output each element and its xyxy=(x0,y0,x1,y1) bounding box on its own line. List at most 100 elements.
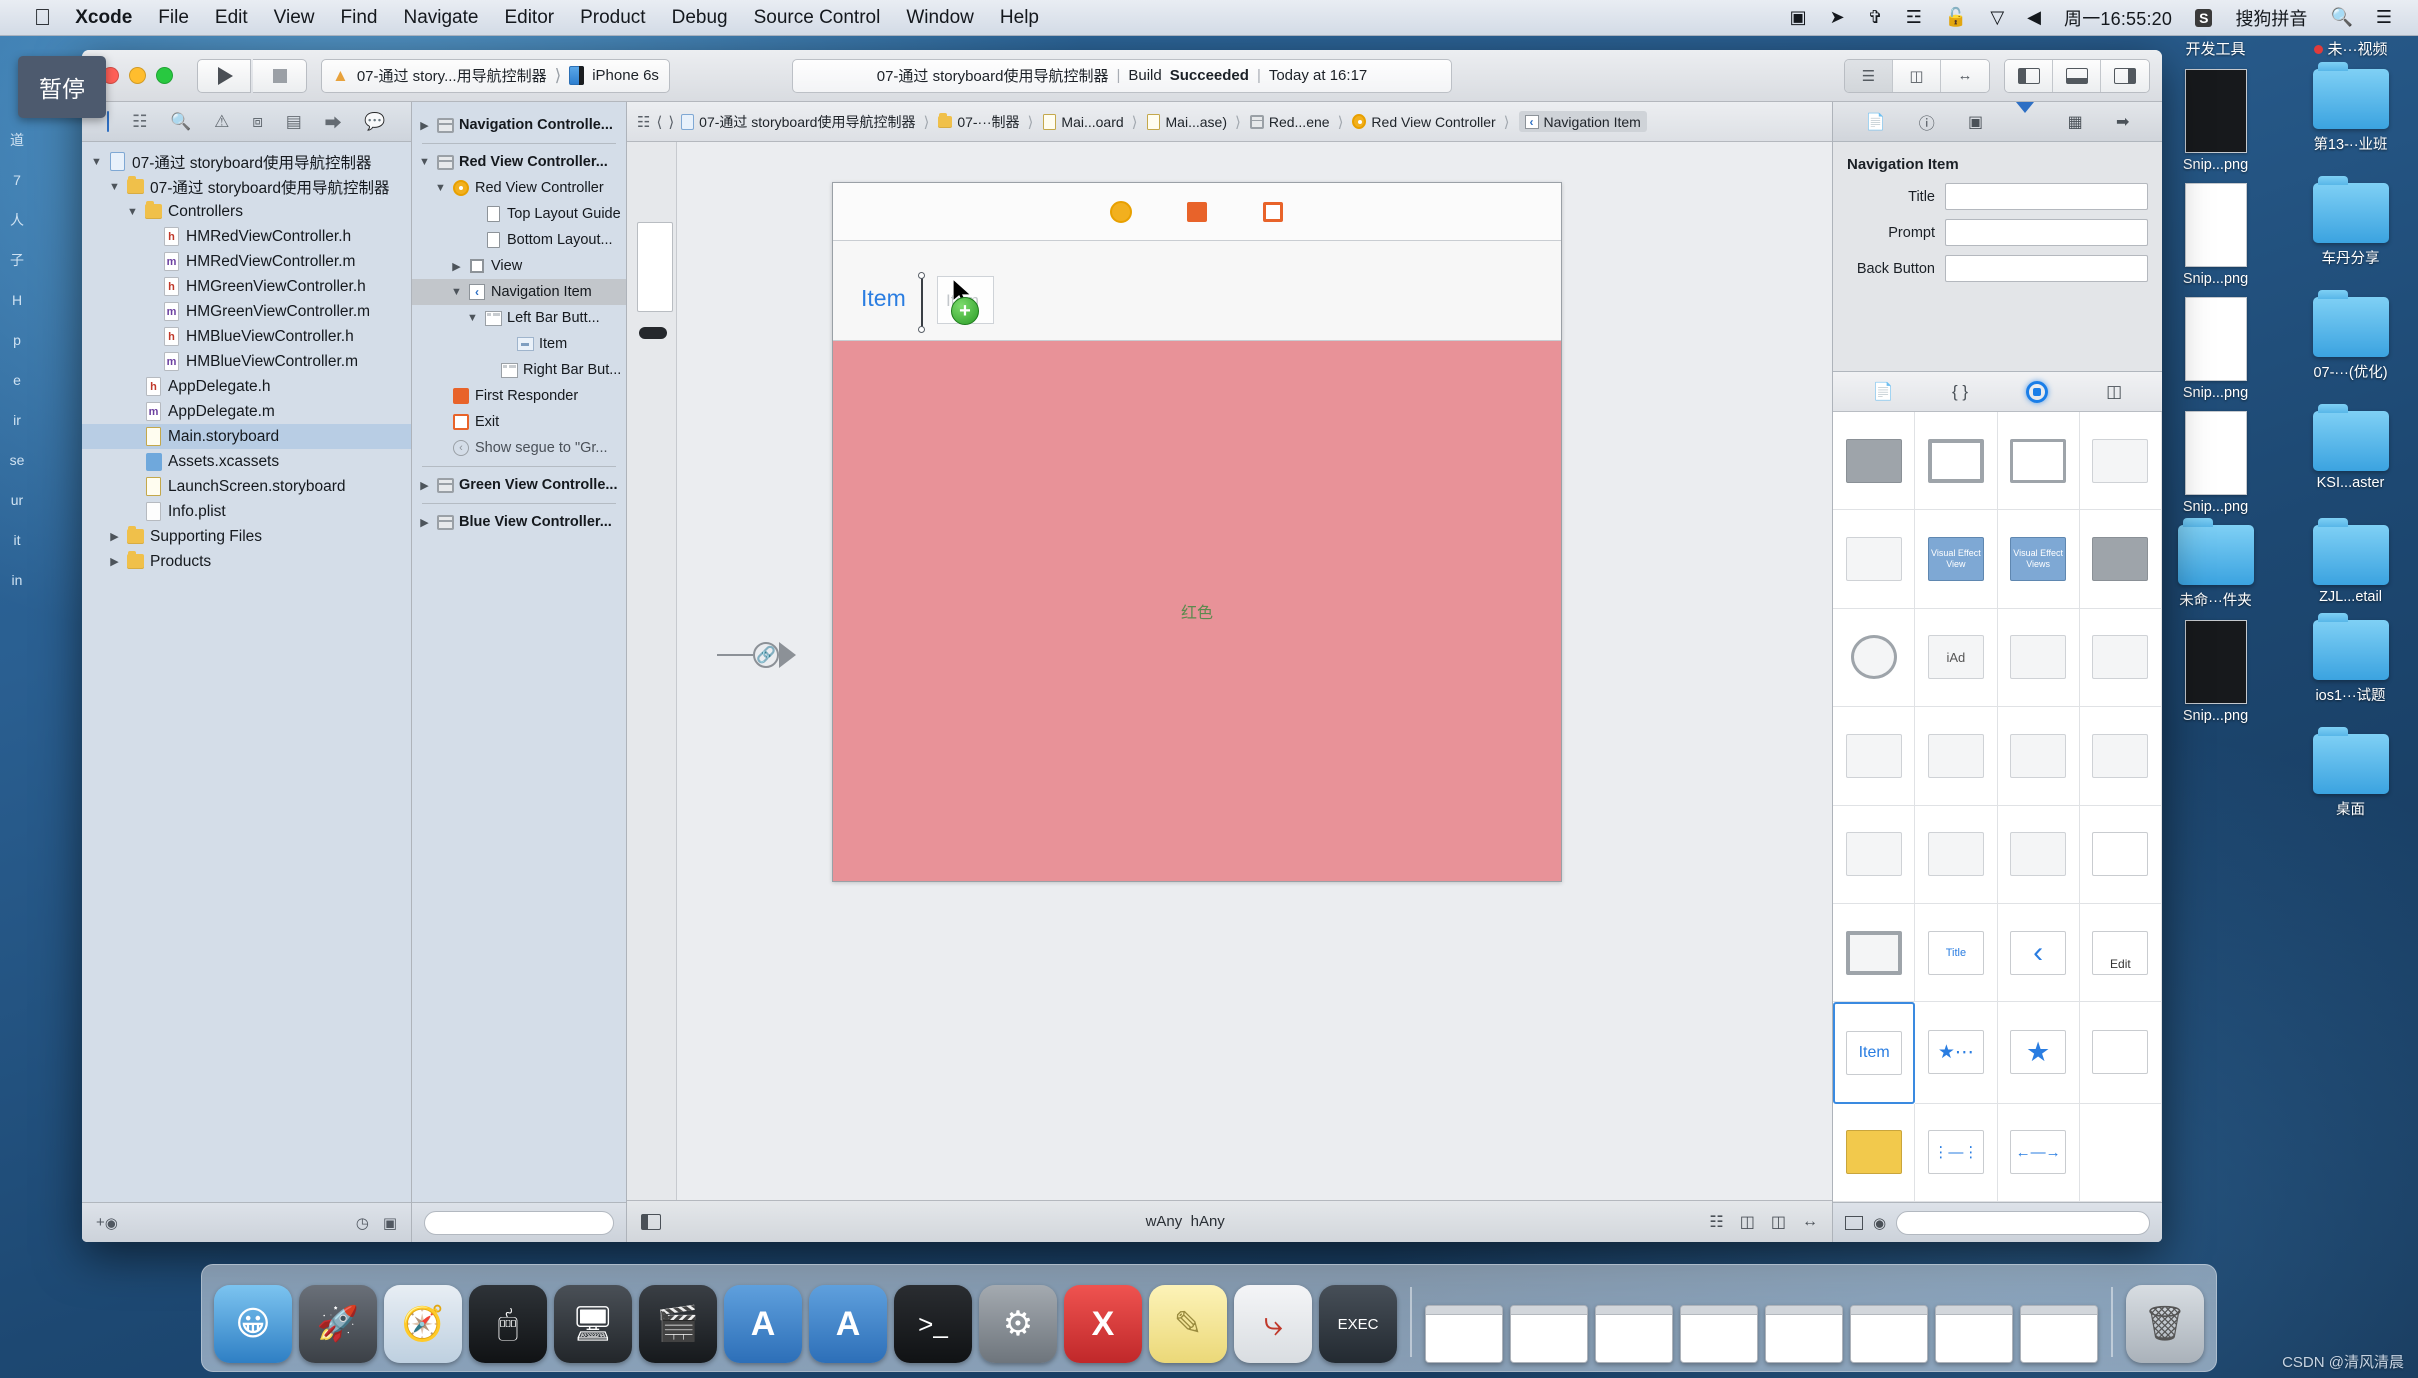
zoom-button[interactable] xyxy=(156,67,173,84)
library-item-scene-kit-view[interactable] xyxy=(2079,608,2162,708)
dock-window-4[interactable] xyxy=(1680,1305,1758,1363)
outline-row-show-segue[interactable]: ‹ Show segue to "Gr... xyxy=(412,435,626,461)
desktop-item[interactable]: Snip...png xyxy=(2148,411,2283,515)
dock-item-notes[interactable]: ✎ xyxy=(1149,1285,1227,1363)
dock-window-6[interactable] xyxy=(1850,1305,1928,1363)
location-icon[interactable]: ➤ xyxy=(1830,7,1845,28)
disclosure-triangle-icon[interactable]: ▶ xyxy=(418,119,431,132)
tree-row-group[interactable]: ▼ 07-通过 storyboard使用导航控制器 xyxy=(82,174,411,199)
desktop-item[interactable]: ZJL...etail xyxy=(2283,518,2418,605)
add-icon[interactable]: + xyxy=(96,1214,105,1231)
desktop-item[interactable]: Snip...png xyxy=(2148,620,2283,724)
menu-item-find[interactable]: Find xyxy=(341,7,378,29)
resolve-auto-layout-icon[interactable]: ◫ xyxy=(1771,1212,1786,1232)
library-item-text-view[interactable] xyxy=(1915,412,1998,511)
view-controller-icon[interactable] xyxy=(1109,200,1133,224)
library-item-visual-effect-views[interactable]: Visual Effect Views xyxy=(1997,510,2080,609)
outline-row-item[interactable]: Item xyxy=(412,331,626,357)
grid-view-icon[interactable] xyxy=(1845,1215,1863,1230)
desktop-item[interactable]: KSI...aster xyxy=(2283,404,2418,491)
outline-row-red-view-controller-scene[interactable]: ▼ Red View Controller... xyxy=(412,149,626,175)
assistant-editor-icon[interactable]: ◫ xyxy=(1893,59,1941,92)
desktop-item[interactable]: Snip...png xyxy=(2148,183,2283,287)
outline-row-bottom-layout-guide[interactable]: Bottom Layout... xyxy=(412,227,626,253)
disclosure-triangle-icon[interactable]: ▶ xyxy=(108,555,121,568)
breadcrumb-storyboard-base[interactable]: Mai...ase) ⟩ xyxy=(1147,113,1244,131)
dock-item-terminal[interactable]: >_ xyxy=(894,1285,972,1363)
library-item-flexible-space[interactable]: ←—→ xyxy=(1997,1103,2080,1202)
tree-row-file[interactable]: h AppDelegate.h xyxy=(82,374,411,399)
tree-row-infoplist[interactable]: Info.plist xyxy=(82,499,411,524)
library-item-fixed-space[interactable]: ⋮—⋮ xyxy=(1915,1103,1998,1202)
apple-menu-icon[interactable]:  xyxy=(34,6,51,29)
dock-window-2[interactable] xyxy=(1510,1305,1588,1363)
first-responder-icon[interactable] xyxy=(1185,200,1209,224)
library-item-pinch-gesture[interactable] xyxy=(2079,707,2162,806)
library-item-view[interactable] xyxy=(2079,805,2162,904)
disclosure-triangle-icon[interactable]: ▶ xyxy=(108,530,121,543)
dock-window-3[interactable] xyxy=(1595,1305,1673,1363)
disclosure-triangle-icon[interactable]: ▼ xyxy=(434,182,447,194)
library-item-tab-bar-item[interactable] xyxy=(1833,1103,1916,1202)
menu-bar-clock[interactable]: 周一16:55:20 xyxy=(2064,5,2172,31)
tree-row-file[interactable]: h HMGreenViewController.h xyxy=(82,274,411,299)
breadcrumb-view-controller[interactable]: Red View Controller ⟩ xyxy=(1352,113,1512,131)
back-button-field[interactable] xyxy=(1945,255,2148,282)
hide-icon[interactable]: ▣ xyxy=(383,1214,397,1232)
list-view-icon[interactable]: ◉ xyxy=(1873,1214,1886,1232)
navigator-toggle-icon[interactable] xyxy=(2005,59,2053,92)
outline-row-red-view-controller[interactable]: ▼ Red View Controller xyxy=(412,175,626,201)
disclosure-triangle-icon[interactable]: ▼ xyxy=(108,181,121,193)
debug-area-toggle-icon[interactable] xyxy=(2053,59,2101,92)
library-filter-field[interactable] xyxy=(1896,1210,2150,1235)
menu-item-window[interactable]: Window xyxy=(906,7,974,29)
quick-help-icon[interactable]: ⓘ xyxy=(1919,110,1935,134)
connections-inspector-icon[interactable]: ➡ xyxy=(2116,112,2129,132)
project-navigator-icon[interactable] xyxy=(107,110,110,132)
disclosure-triangle-icon[interactable]: ▼ xyxy=(450,286,463,298)
attributes-inspector-icon[interactable] xyxy=(2016,101,2035,131)
symbol-navigator-icon[interactable]: ☷ xyxy=(132,112,147,132)
outline-row-right-bar-button-items[interactable]: Right Bar But... xyxy=(412,357,626,383)
find-navigator-icon[interactable]: 🔍 xyxy=(170,112,191,132)
recent-icon[interactable]: ◷ xyxy=(356,1214,369,1232)
breadcrumb-scene[interactable]: Red...ene ⟩ xyxy=(1249,113,1347,131)
library-item-gl-kit-view[interactable] xyxy=(1997,608,2080,708)
dock-item-mouse-app[interactable]: 🖱 xyxy=(469,1285,547,1363)
breadcrumb-navigation-item[interactable]: ‹ Navigation Item xyxy=(1518,111,1647,132)
breadcrumb-group[interactable]: 07-···制器 ⟩ xyxy=(938,112,1036,132)
menu-item-source-control[interactable]: Source Control xyxy=(754,7,881,29)
library-item-tab-bar[interactable] xyxy=(2079,1002,2162,1104)
menu-item-debug[interactable]: Debug xyxy=(672,7,728,29)
library-item-toolbar[interactable]: Edit xyxy=(2079,903,2162,1003)
outline-filter-field[interactable] xyxy=(424,1210,614,1235)
menu-item-xcode[interactable]: Xcode xyxy=(75,7,132,29)
library-item-map-view[interactable] xyxy=(2079,510,2162,609)
identity-inspector-icon[interactable]: ▣ xyxy=(1968,112,1983,132)
library-item-bar-button-item[interactable]: Item xyxy=(1833,1002,1916,1104)
title-field[interactable] xyxy=(1945,183,2148,210)
library-item-iad-banner[interactable]: iAd xyxy=(1915,608,1998,708)
volume-icon[interactable]: ◀ xyxy=(2027,7,2041,28)
navigation-bar-preview[interactable]: Item Item + xyxy=(833,241,1561,341)
outline-row-view[interactable]: ▶ View xyxy=(412,253,626,279)
desktop-item[interactable]: 未命···件夹 xyxy=(2148,518,2283,610)
test-navigator-icon[interactable]: ⧈ xyxy=(252,112,263,132)
prompt-field[interactable] xyxy=(1945,219,2148,246)
object-library-grid[interactable]: Visual Effect View Visual Effect Views i… xyxy=(1833,412,2162,1202)
tree-row-file[interactable]: h HMRedViewController.h xyxy=(82,224,411,249)
tree-row-file[interactable]: m HMRedViewController.m xyxy=(82,249,411,274)
dock-item-xmind[interactable]: X xyxy=(1064,1285,1142,1363)
dock-item-launchpad[interactable]: 🚀 xyxy=(299,1285,377,1363)
disclosure-triangle-icon[interactable]: ▼ xyxy=(90,156,103,168)
disclosure-triangle-icon[interactable]: ▶ xyxy=(450,260,463,273)
size-class-indicator[interactable]: wwAny hAnyAny hAny xyxy=(661,1213,1709,1230)
outline-row-blue-view-controller-scene[interactable]: ▶ Blue View Controller... xyxy=(412,509,626,535)
dock-item-xcode-1[interactable]: A xyxy=(724,1285,802,1363)
library-item-navigation-item[interactable]: ‹ xyxy=(1997,903,2080,1003)
disclosure-triangle-icon[interactable]: ▶ xyxy=(418,516,431,529)
tree-row-file[interactable]: m HMBlueViewController.m xyxy=(82,349,411,374)
library-item-swipe-gesture[interactable] xyxy=(1915,805,1998,904)
dock-item-system-preferences[interactable]: ⚙ xyxy=(979,1285,1057,1363)
dock-window-7[interactable] xyxy=(1935,1305,2013,1363)
